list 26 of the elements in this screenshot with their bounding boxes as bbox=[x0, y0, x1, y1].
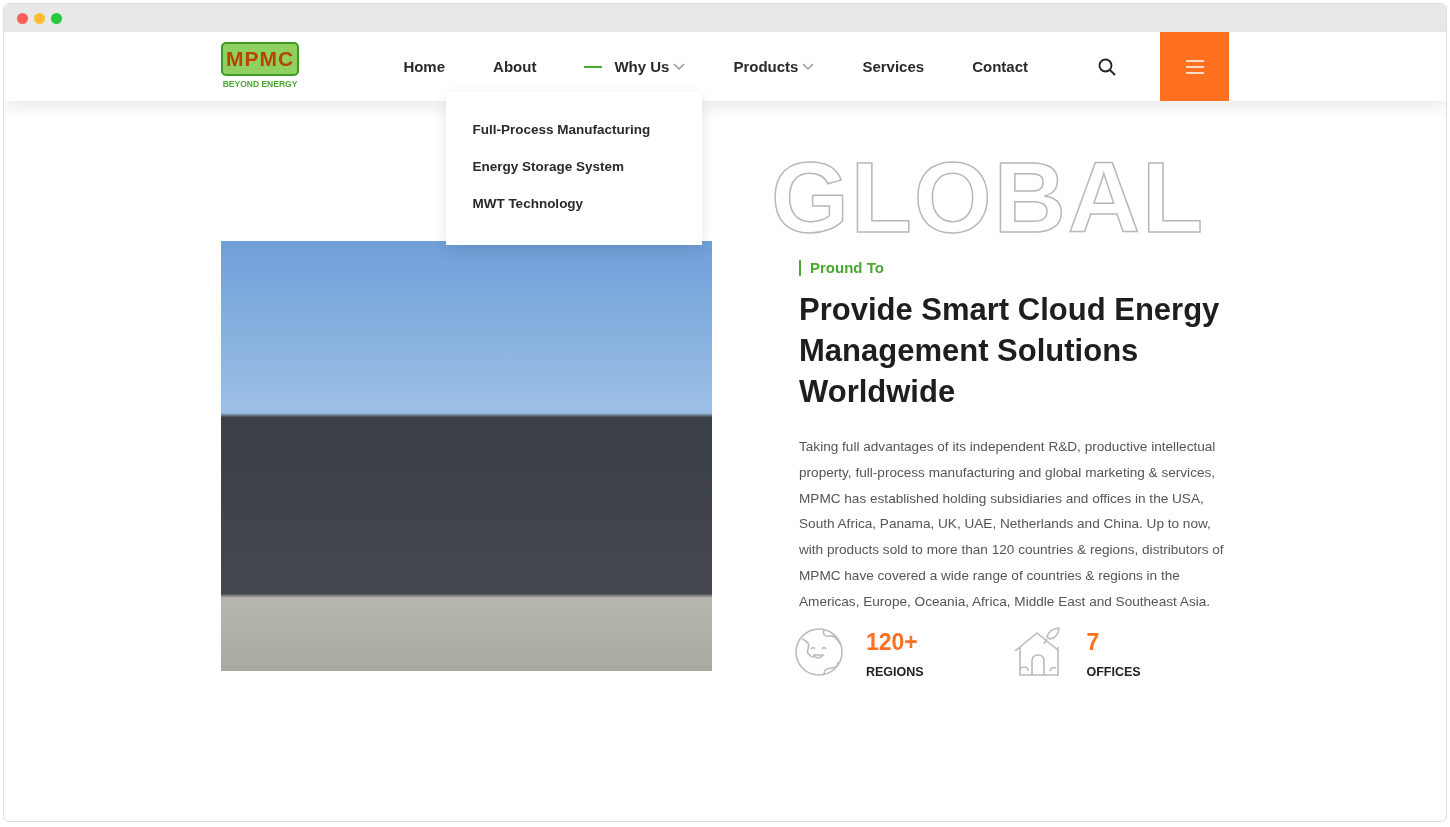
menu-button[interactable] bbox=[1160, 32, 1229, 101]
stat-label: OFFICES bbox=[1086, 664, 1141, 679]
menu-icon bbox=[1185, 59, 1204, 74]
eyebrow-label: Pround To bbox=[799, 260, 884, 276]
stat-value: 120+ bbox=[866, 628, 919, 655]
nav-link[interactable]: Why Us bbox=[614, 58, 670, 75]
dropdown-item[interactable]: MWT Technology bbox=[446, 196, 584, 211]
background-word: GLOBAL bbox=[771, 149, 1206, 245]
chevron-down-icon bbox=[802, 62, 815, 71]
dropdown-item[interactable]: Energy Storage System bbox=[446, 159, 624, 174]
close-icon[interactable] bbox=[17, 12, 28, 24]
maximize-icon[interactable] bbox=[51, 12, 62, 24]
nav-link[interactable]: Contact bbox=[972, 58, 1028, 75]
nav-link[interactable]: Services bbox=[862, 58, 925, 75]
section-heading: Provide Smart Cloud Energy Management Solutions Worldwide bbox=[799, 291, 1221, 411]
globe-icon bbox=[794, 626, 844, 677]
search-icon[interactable] bbox=[1098, 57, 1116, 76]
minimize-icon[interactable] bbox=[34, 12, 45, 24]
nav-link[interactable]: Home bbox=[403, 58, 446, 75]
nav-link[interactable]: About bbox=[493, 58, 537, 75]
stat-value: 7 bbox=[1086, 628, 1101, 655]
nav-link[interactable]: Products bbox=[733, 58, 799, 75]
chevron-down-icon bbox=[673, 62, 686, 71]
dropdown-item[interactable]: Full-Process Manufacturing bbox=[446, 122, 651, 137]
stat-label: REGIONS bbox=[866, 664, 924, 679]
body-paragraph: Taking full advantages of its independent R&D, productive intellectual property, full-process manufacturing and global marketing & services, MPMC has established holding subsidiaries and offices in the USA, South Africa, Panama, UK, UAE, Netherlands and China. Up to now, with products sold to more than 120 countries & regions, distributors of MPMC have covered a wide range of countries & regions in the Americas, Europe, Oceania, Africa, Middle East and Southeast Asia. bbox=[799, 438, 1225, 611]
